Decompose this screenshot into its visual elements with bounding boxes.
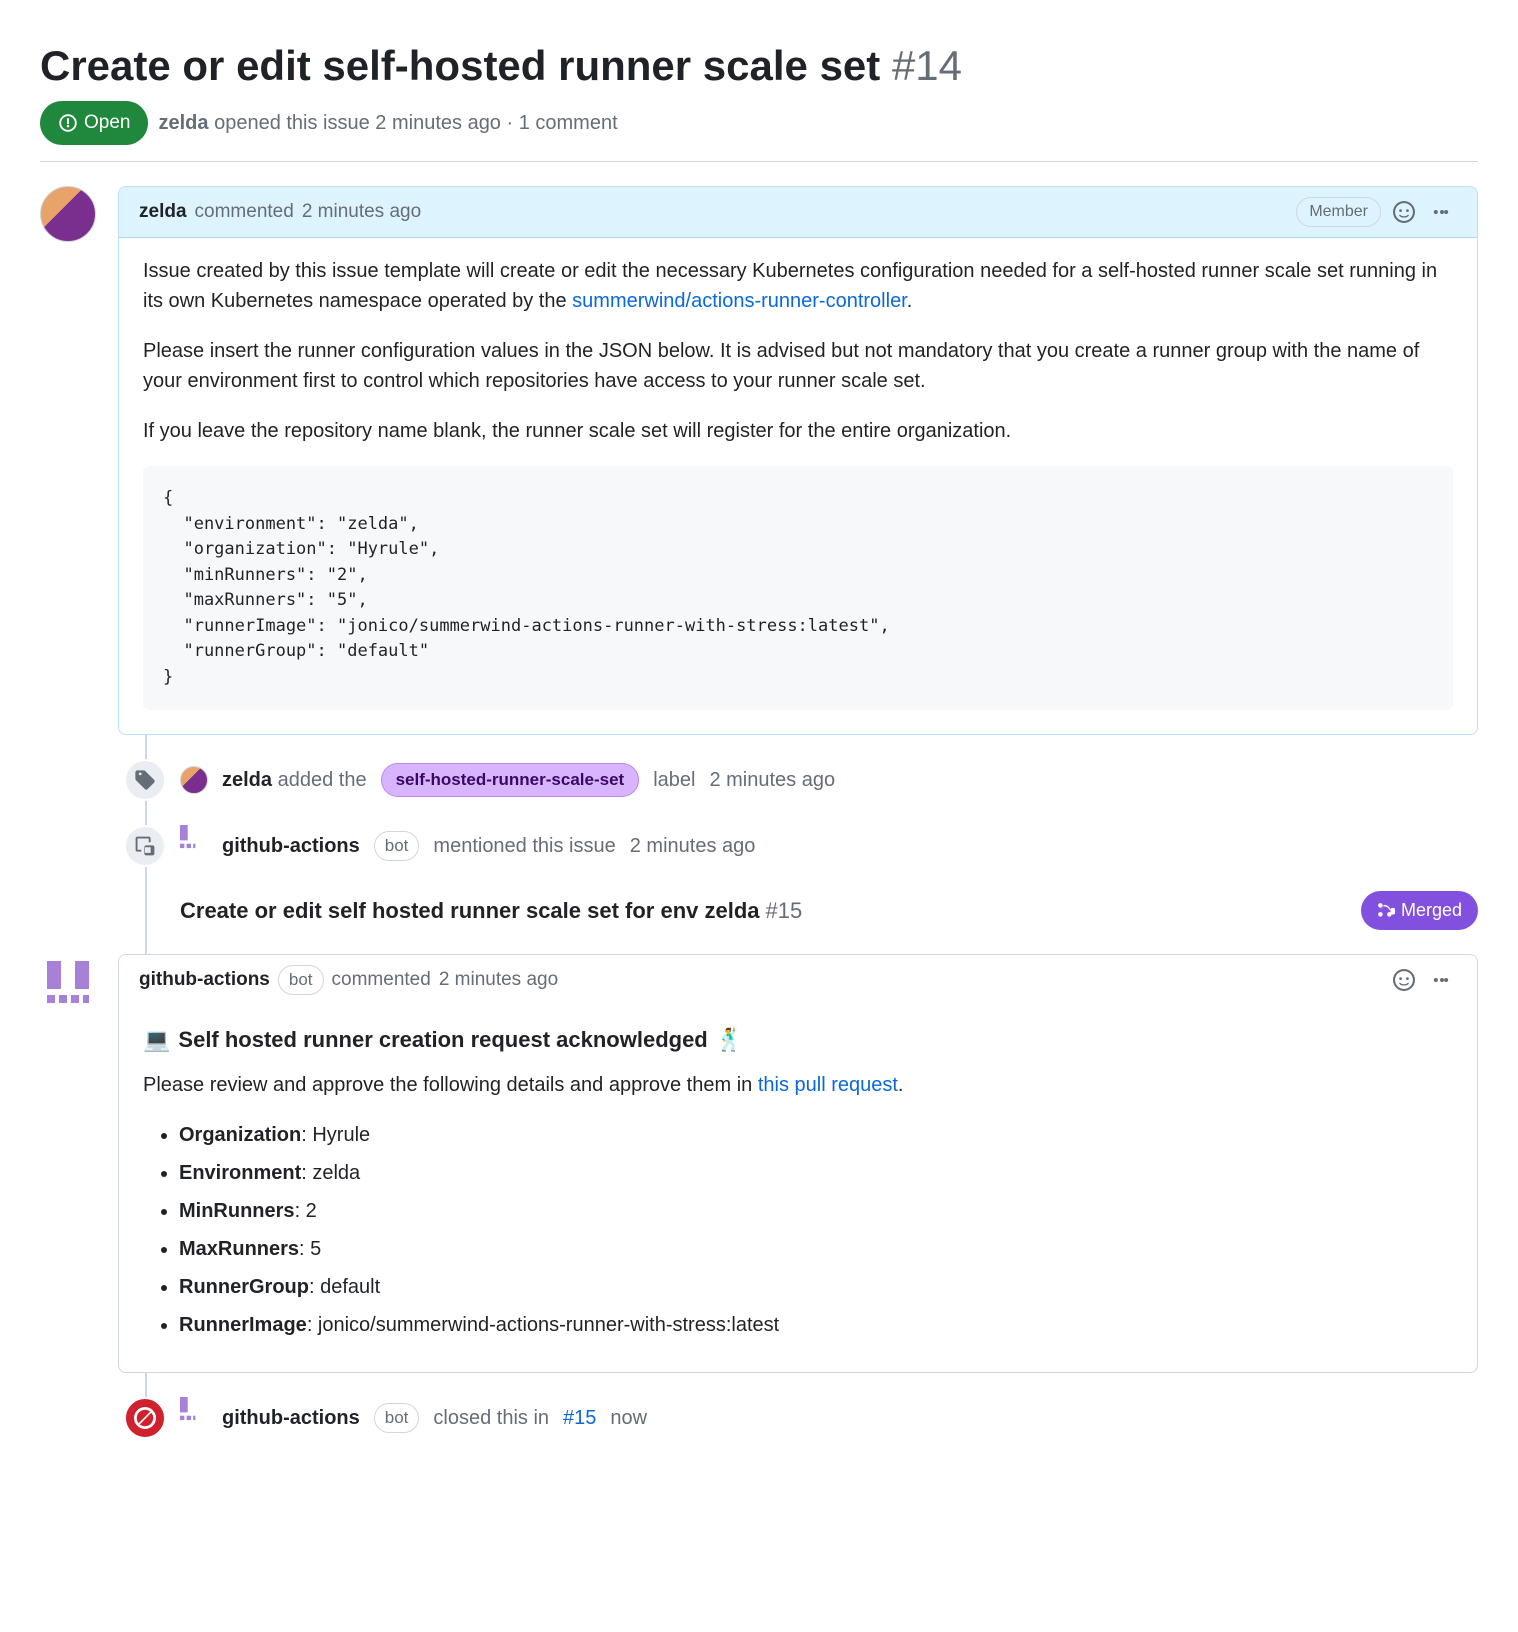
close-event-icon-badge bbox=[124, 1397, 166, 1439]
event-time-link[interactable]: now bbox=[610, 1403, 647, 1433]
event-author-link[interactable]: github-actions bbox=[222, 1407, 360, 1429]
smiley-icon bbox=[1393, 201, 1415, 223]
add-reaction-button[interactable] bbox=[1389, 197, 1419, 227]
list-item: RunnerImage: jonico/summerwind-actions-r… bbox=[179, 1310, 1453, 1340]
comment-author-link[interactable]: zelda bbox=[139, 198, 187, 227]
event-text: mentioned this issue bbox=[433, 831, 615, 861]
comment-paragraph: Issue created by this issue template wil… bbox=[143, 256, 1453, 316]
comment-author-link[interactable]: github-actions bbox=[139, 966, 270, 995]
kebab-icon bbox=[1431, 969, 1453, 991]
event-text: closed this in bbox=[433, 1403, 549, 1433]
dancing-icon: 🕺 bbox=[716, 1023, 743, 1056]
member-badge: Member bbox=[1296, 197, 1381, 227]
comment-bot: github-actions bot commented 2 minutes a… bbox=[40, 954, 1478, 1373]
details-list: Organization: Hyrule Environment: zelda … bbox=[143, 1120, 1453, 1340]
list-item: Environment: zelda bbox=[179, 1158, 1453, 1188]
avatar-small[interactable] bbox=[180, 766, 208, 794]
merged-badge: Merged bbox=[1361, 891, 1478, 930]
state-text: Open bbox=[84, 109, 130, 138]
event-time-link[interactable]: 2 minutes ago bbox=[630, 831, 756, 861]
kebab-menu-button[interactable] bbox=[1427, 197, 1457, 227]
close-ref-link[interactable]: #15 bbox=[563, 1403, 596, 1433]
merge-icon bbox=[1377, 902, 1395, 920]
issue-opened-text: opened this issue 2 minutes ago · 1 comm… bbox=[214, 112, 618, 134]
issue-number: #14 bbox=[892, 42, 962, 89]
comment-header: github-actions bot commented 2 minutes a… bbox=[119, 955, 1477, 1005]
skip-icon bbox=[134, 1407, 156, 1429]
cross-ref-icon bbox=[135, 836, 155, 856]
avatar[interactable] bbox=[40, 186, 96, 242]
issue-title-text: Create or edit self-hosted runner scale … bbox=[40, 42, 880, 89]
bot-badge: bot bbox=[374, 1403, 420, 1433]
kebab-icon bbox=[1431, 201, 1453, 223]
avatar-small[interactable] bbox=[180, 832, 208, 860]
label-chip[interactable]: self-hosted-runner-scale-set bbox=[381, 763, 640, 797]
list-item: MaxRunners: 5 bbox=[179, 1234, 1453, 1264]
ref-event-icon-badge bbox=[124, 825, 166, 867]
merged-text: Merged bbox=[1401, 897, 1462, 924]
issue-open-icon bbox=[58, 113, 78, 133]
code-block: { "environment": "zelda", "organization"… bbox=[143, 466, 1453, 710]
event-time-link[interactable]: 2 minutes ago bbox=[709, 765, 835, 795]
comment-time-link[interactable]: 2 minutes ago bbox=[302, 198, 421, 227]
label-event-icon-badge bbox=[124, 759, 166, 801]
issue-author-link[interactable]: zelda bbox=[158, 112, 208, 134]
tag-icon bbox=[134, 769, 156, 791]
timeline-label-event: zelda added the self-hosted-runner-scale… bbox=[124, 759, 1478, 801]
event-author-link[interactable]: github-actions bbox=[222, 835, 360, 857]
comment-time-link[interactable]: 2 minutes ago bbox=[439, 966, 558, 995]
comment-header: zelda commented 2 minutes ago Member bbox=[119, 187, 1477, 238]
comment-zelda: zelda commented 2 minutes ago Member Iss… bbox=[40, 186, 1478, 735]
event-text: added the bbox=[278, 769, 367, 791]
ack-heading: 💻 Self hosted runner creation request ac… bbox=[143, 1023, 1453, 1056]
list-item: Organization: Hyrule bbox=[179, 1120, 1453, 1150]
comment-action: commented bbox=[332, 966, 431, 995]
kebab-menu-button[interactable] bbox=[1427, 965, 1457, 995]
comment-paragraph: Please insert the runner configuration v… bbox=[143, 336, 1453, 396]
add-reaction-button[interactable] bbox=[1389, 965, 1419, 995]
bot-badge: bot bbox=[278, 965, 324, 995]
comment-action: commented bbox=[195, 198, 294, 227]
state-badge: Open bbox=[40, 101, 148, 146]
smiley-icon bbox=[1393, 969, 1415, 991]
ref-title-link[interactable]: Create or edit self hosted runner scale … bbox=[180, 894, 760, 927]
event-author-link[interactable]: zelda bbox=[222, 769, 272, 791]
bot-badge: bot bbox=[374, 831, 420, 861]
avatar-small[interactable] bbox=[180, 1404, 208, 1432]
issue-meta: Open zelda opened this issue 2 minutes a… bbox=[40, 101, 1478, 163]
list-item: MinRunners: 2 bbox=[179, 1196, 1453, 1226]
timeline-ref-event: github-actions bot mentioned this issue … bbox=[124, 825, 1478, 867]
list-item: RunnerGroup: default bbox=[179, 1272, 1453, 1302]
controller-link[interactable]: summerwind/actions-runner-controller bbox=[572, 290, 907, 312]
comment-paragraph: If you leave the repository name blank, … bbox=[143, 416, 1453, 446]
avatar[interactable] bbox=[40, 954, 96, 1010]
pr-link[interactable]: this pull request bbox=[758, 1074, 898, 1096]
event-text: label bbox=[653, 765, 695, 795]
issue-title: Create or edit self-hosted runner scale … bbox=[40, 40, 1478, 93]
ref-number: #15 bbox=[766, 894, 803, 927]
ref-row: Create or edit self hosted runner scale … bbox=[124, 891, 1478, 930]
timeline-close-event: github-actions bot closed this in #15 no… bbox=[124, 1397, 1478, 1439]
laptop-icon: 💻 bbox=[143, 1023, 170, 1056]
comment-paragraph: Please review and approve the following … bbox=[143, 1070, 1453, 1100]
